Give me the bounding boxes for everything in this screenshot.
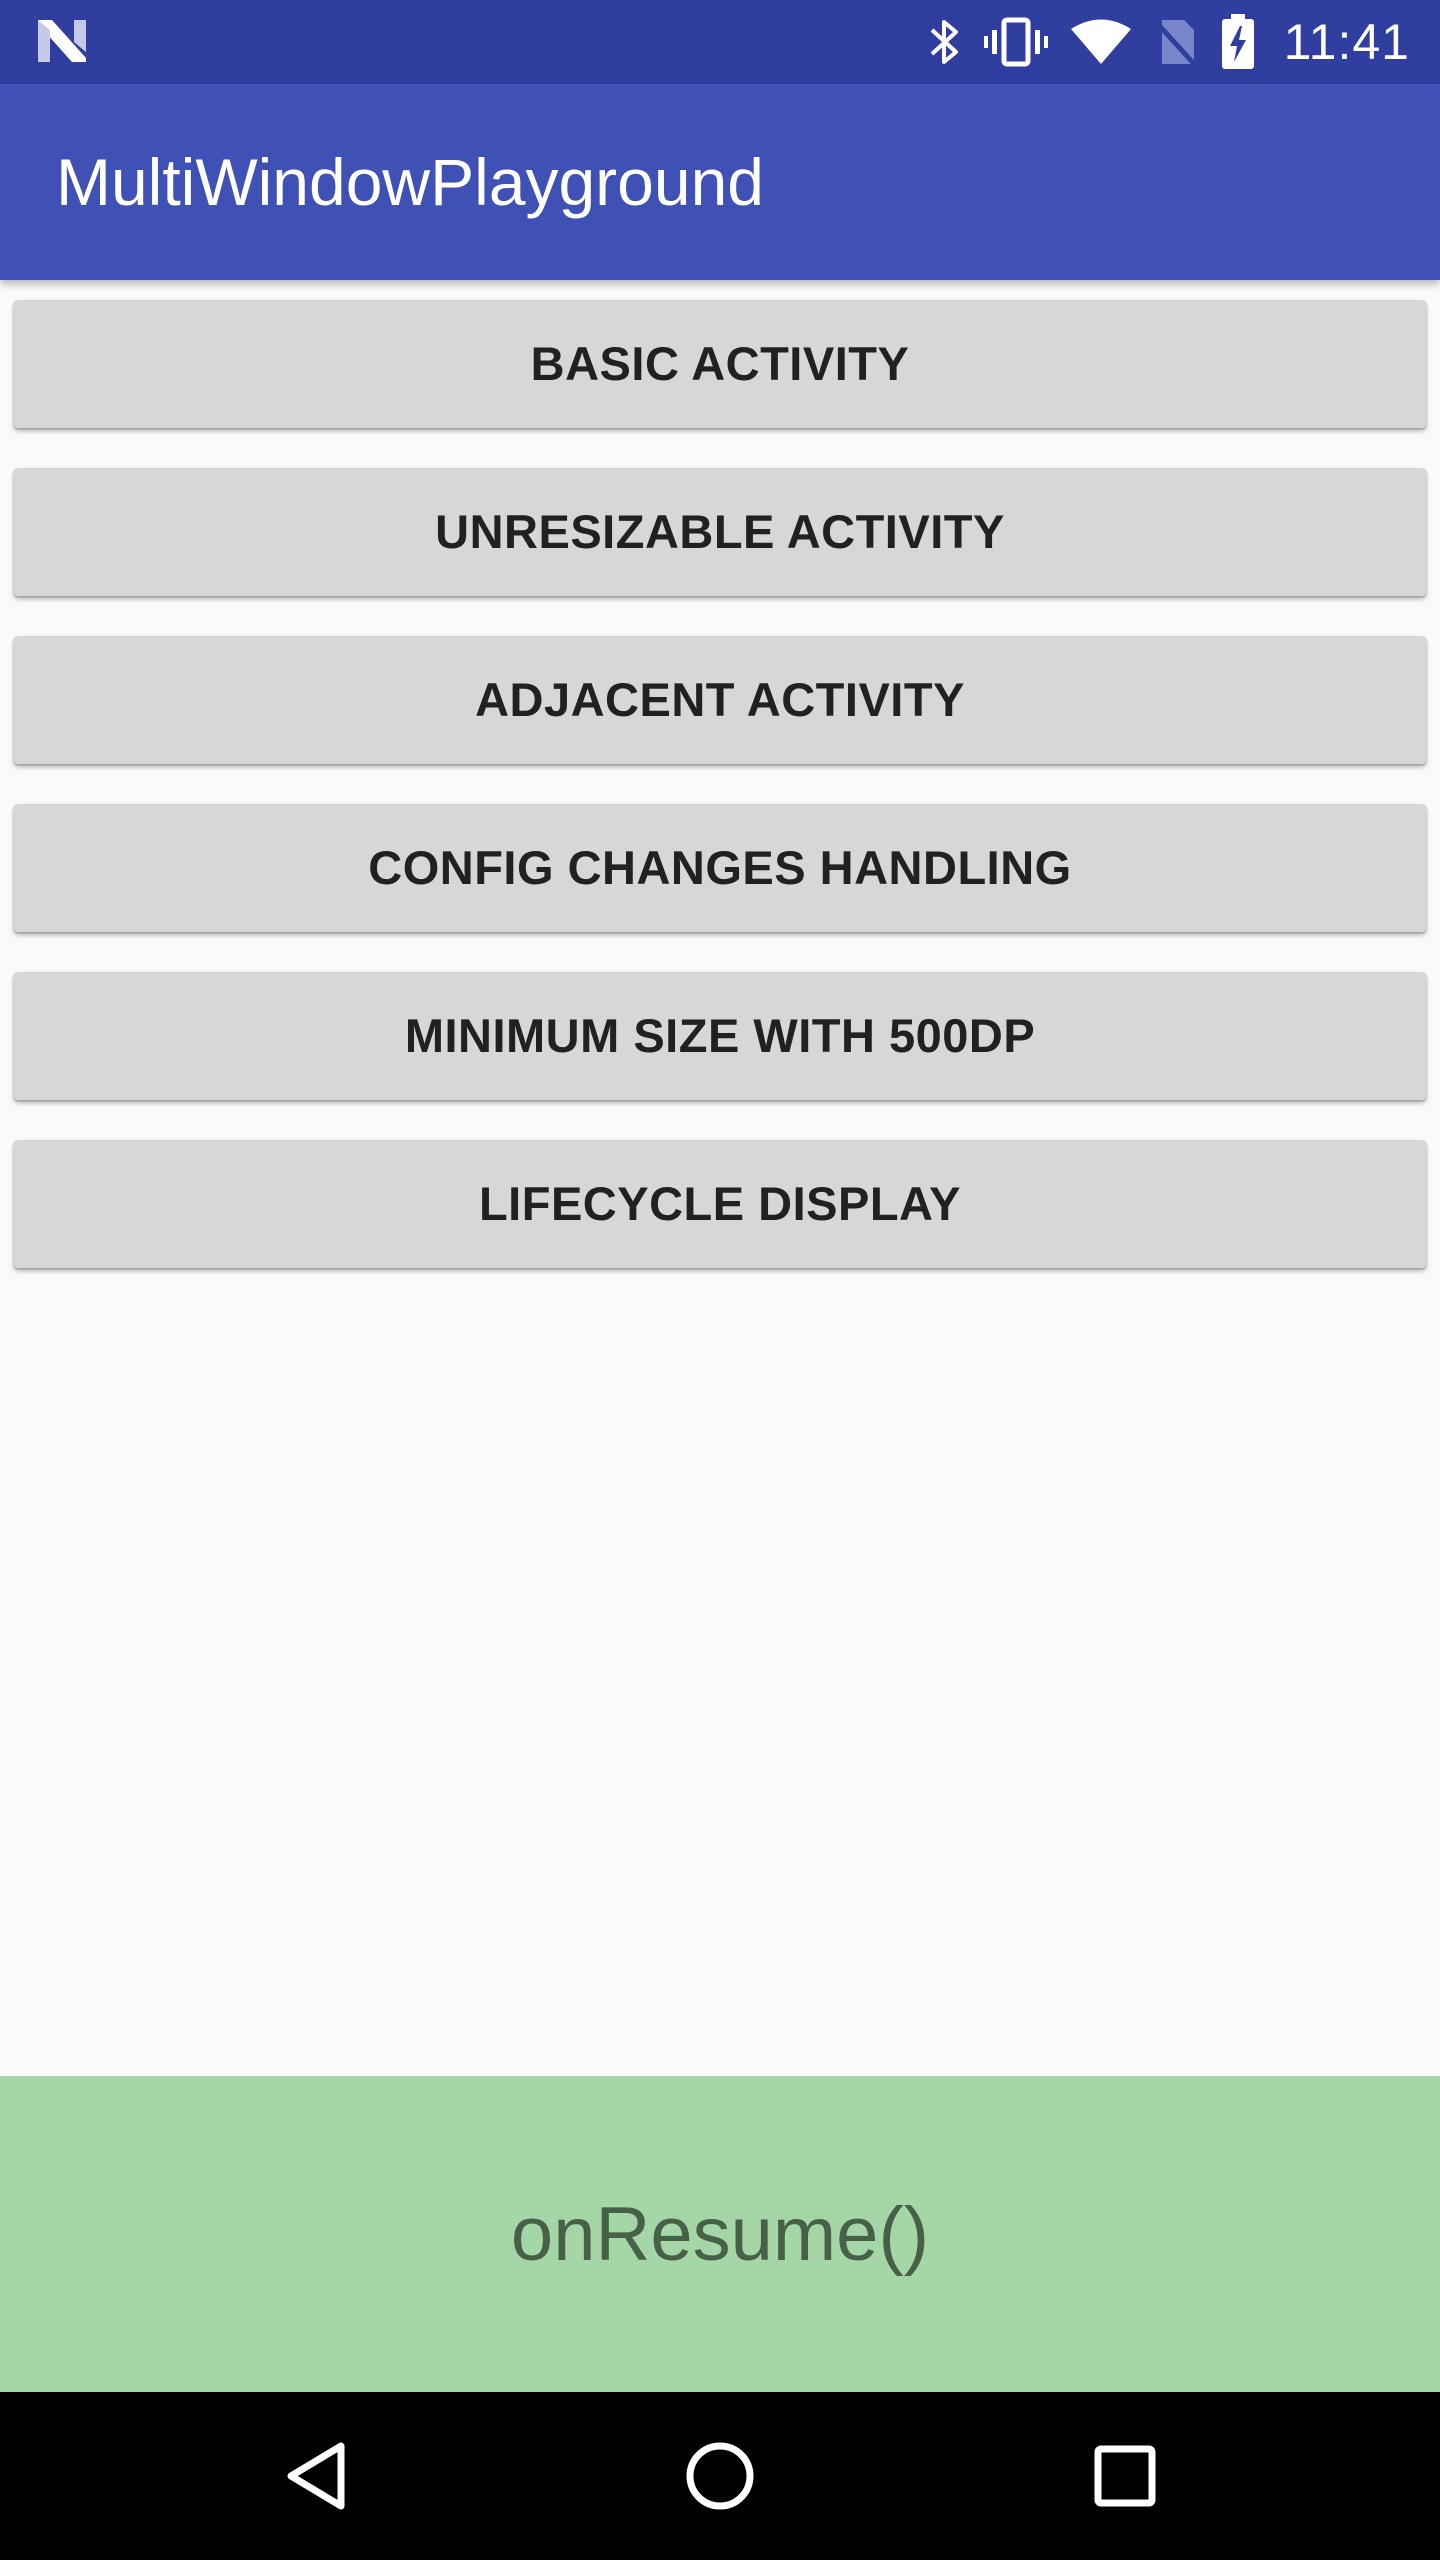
recents-button[interactable] bbox=[1075, 2426, 1175, 2526]
home-button[interactable] bbox=[670, 2426, 770, 2526]
app-title: MultiWindowPlayground bbox=[56, 145, 764, 219]
wifi-icon bbox=[1070, 19, 1131, 64]
adjacent-activity-button[interactable]: ADJACENT ACTIVITY bbox=[14, 636, 1426, 764]
back-icon bbox=[287, 2442, 345, 2510]
lifecycle-panel: onResume() bbox=[0, 2076, 1440, 2392]
no-sim-icon bbox=[1153, 20, 1198, 68]
home-icon bbox=[686, 2442, 754, 2510]
lifecycle-display-button[interactable]: LIFECYCLE DISPLAY bbox=[14, 1140, 1426, 1268]
status-time: 11:41 bbox=[1283, 14, 1410, 70]
back-button[interactable] bbox=[266, 2426, 366, 2526]
status-bar: 11:41 bbox=[0, 0, 1440, 84]
lifecycle-state-text: onResume() bbox=[510, 2191, 930, 2277]
vibrate-icon bbox=[983, 17, 1048, 67]
config-changes-handling-button[interactable]: CONFIG CHANGES HANDLING bbox=[14, 804, 1426, 932]
bluetooth-icon bbox=[930, 20, 958, 64]
navigation-bar bbox=[0, 2392, 1440, 2560]
minimum-size-button[interactable]: MINIMUM SIZE WITH 500DP bbox=[14, 972, 1426, 1100]
basic-activity-button[interactable]: BASIC ACTIVITY bbox=[14, 300, 1426, 428]
app-bar: MultiWindowPlayground bbox=[0, 84, 1440, 280]
recents-icon bbox=[1094, 2445, 1156, 2507]
unresizable-activity-button[interactable]: UNRESIZABLE ACTIVITY bbox=[14, 468, 1426, 596]
battery-charging-icon bbox=[1221, 14, 1254, 69]
notification-n-icon bbox=[38, 20, 86, 62]
status-icons: 11:41 bbox=[928, 0, 1410, 84]
